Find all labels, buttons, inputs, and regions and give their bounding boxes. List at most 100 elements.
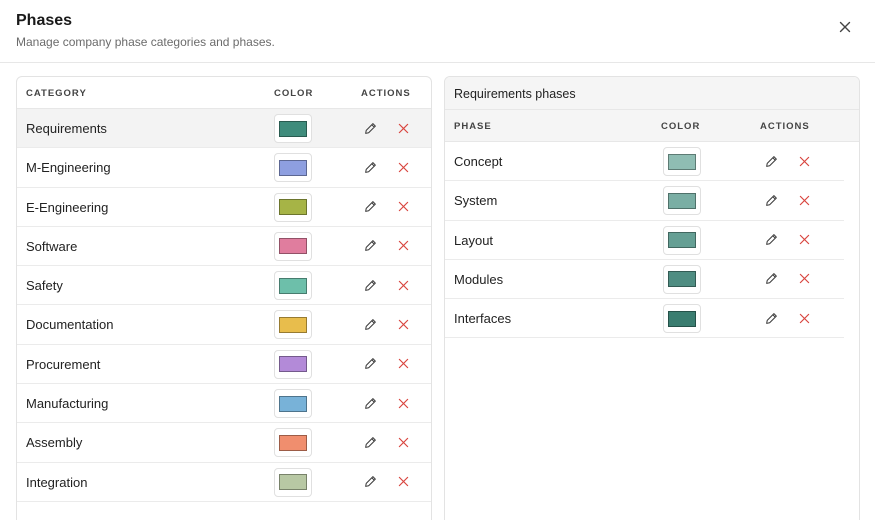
color-picker-button[interactable]: [274, 153, 312, 183]
color-swatch: [279, 395, 307, 412]
category-row[interactable]: Software: [17, 227, 431, 267]
edit-button[interactable]: [362, 316, 378, 332]
edit-button[interactable]: [362, 356, 378, 372]
edit-button[interactable]: [362, 159, 378, 175]
x-icon: [398, 201, 408, 212]
x-icon: [398, 123, 408, 133]
delete-button[interactable]: [395, 395, 411, 411]
pencil-icon: [364, 161, 376, 173]
phase-row[interactable]: Layout: [445, 221, 844, 260]
x-icon: [799, 313, 809, 323]
x-icon: [398, 359, 408, 369]
color-picker-button[interactable]: [274, 114, 312, 143]
edit-button[interactable]: [362, 277, 378, 293]
categories-panel: CATEGORY COLOR ACTIONS Requirements M-Eng…: [16, 76, 432, 520]
color-picker-button[interactable]: [663, 147, 701, 176]
x-icon: [398, 241, 408, 251]
category-row[interactable]: Documentation: [17, 305, 431, 345]
delete-button[interactable]: [395, 474, 411, 490]
category-name: Assembly: [26, 435, 83, 451]
color-picker-button[interactable]: [663, 304, 701, 334]
phase-name: Modules: [454, 271, 504, 287]
delete-button[interactable]: [395, 199, 411, 215]
category-name: Requirements: [26, 121, 107, 136]
color-picker-button[interactable]: [663, 225, 701, 255]
categories-list: Requirements M-Engineering E-Engineering So…: [17, 109, 431, 502]
delete-button[interactable]: [796, 310, 812, 326]
category-name: Software: [26, 238, 78, 254]
phase-row[interactable]: Interfaces: [445, 299, 844, 339]
color-picker-button[interactable]: [274, 271, 312, 301]
x-icon: [799, 156, 809, 166]
color-swatch: [668, 153, 696, 170]
edit-button[interactable]: [362, 199, 378, 215]
phases-title-bar: Requirements phases: [445, 77, 859, 110]
edit-button[interactable]: [362, 474, 378, 490]
color-swatch: [279, 356, 307, 373]
category-name: Documentation: [26, 317, 114, 333]
phase-row[interactable]: Modules: [445, 260, 844, 300]
pencil-icon: [364, 201, 376, 212]
delete-button[interactable]: [796, 232, 812, 248]
edit-button[interactable]: [362, 395, 378, 411]
category-row[interactable]: Manufacturing: [17, 384, 431, 424]
delete-button[interactable]: [395, 159, 411, 175]
category-name: Safety: [26, 278, 63, 294]
edit-button[interactable]: [763, 310, 779, 326]
color-picker-button[interactable]: [274, 310, 312, 340]
x-icon: [398, 437, 408, 448]
color-picker-button[interactable]: [274, 192, 312, 222]
color-swatch: [668, 192, 696, 209]
delete-button[interactable]: [395, 238, 411, 254]
phases-header-row: PHASE COLOR ACTIONS: [445, 110, 859, 142]
color-picker-button[interactable]: [663, 186, 701, 216]
pencil-icon: [364, 397, 376, 409]
pencil-icon: [364, 240, 376, 252]
edit-button[interactable]: [362, 434, 378, 450]
x-icon: [398, 162, 408, 173]
category-row[interactable]: Integration: [17, 463, 431, 502]
delete-button[interactable]: [395, 316, 411, 332]
color-swatch: [279, 277, 307, 294]
category-row[interactable]: Procurement: [17, 345, 431, 385]
delete-button[interactable]: [796, 192, 812, 208]
delete-button[interactable]: [395, 356, 411, 372]
phase-row[interactable]: Concept: [445, 142, 844, 182]
delete-button[interactable]: [395, 434, 411, 450]
category-row[interactable]: Requirements: [17, 109, 431, 149]
delete-button[interactable]: [796, 271, 812, 287]
edit-button[interactable]: [362, 238, 378, 254]
edit-button[interactable]: [763, 153, 779, 169]
phase-column-header: PHASE: [454, 121, 492, 132]
category-name: Integration: [26, 474, 88, 490]
color-picker-button[interactable]: [274, 389, 312, 419]
category-name: Procurement: [26, 356, 101, 372]
phases-title: Requirements phases: [454, 87, 576, 101]
delete-button[interactable]: [796, 153, 812, 169]
category-row[interactable]: M-Engineering: [17, 148, 431, 188]
color-swatch: [279, 199, 307, 216]
close-button[interactable]: [836, 18, 854, 36]
color-picker-button[interactable]: [274, 467, 312, 497]
edit-button[interactable]: [362, 120, 378, 136]
phase-row[interactable]: System: [445, 181, 844, 221]
edit-button[interactable]: [763, 232, 779, 248]
phase-name: Interfaces: [454, 311, 512, 327]
category-row[interactable]: Safety: [17, 266, 431, 306]
color-picker-button[interactable]: [663, 264, 701, 294]
color-picker-button[interactable]: [274, 349, 312, 379]
color-picker-button[interactable]: [274, 428, 312, 458]
delete-button[interactable]: [395, 120, 411, 136]
x-icon: [799, 274, 809, 284]
category-row[interactable]: Assembly: [17, 423, 431, 463]
edit-button[interactable]: [763, 271, 779, 287]
color-picker-button[interactable]: [274, 231, 312, 261]
actions-column-header: ACTIONS: [361, 88, 411, 99]
edit-button[interactable]: [763, 192, 779, 208]
color-swatch: [279, 159, 307, 176]
phases-panel: Requirements phases PHASE COLOR ACTIONS …: [444, 76, 860, 520]
delete-button[interactable]: [395, 277, 411, 293]
categories-header-row: CATEGORY COLOR ACTIONS: [17, 77, 431, 109]
category-name: M-Engineering: [26, 160, 111, 176]
category-row[interactable]: E-Engineering: [17, 188, 431, 227]
